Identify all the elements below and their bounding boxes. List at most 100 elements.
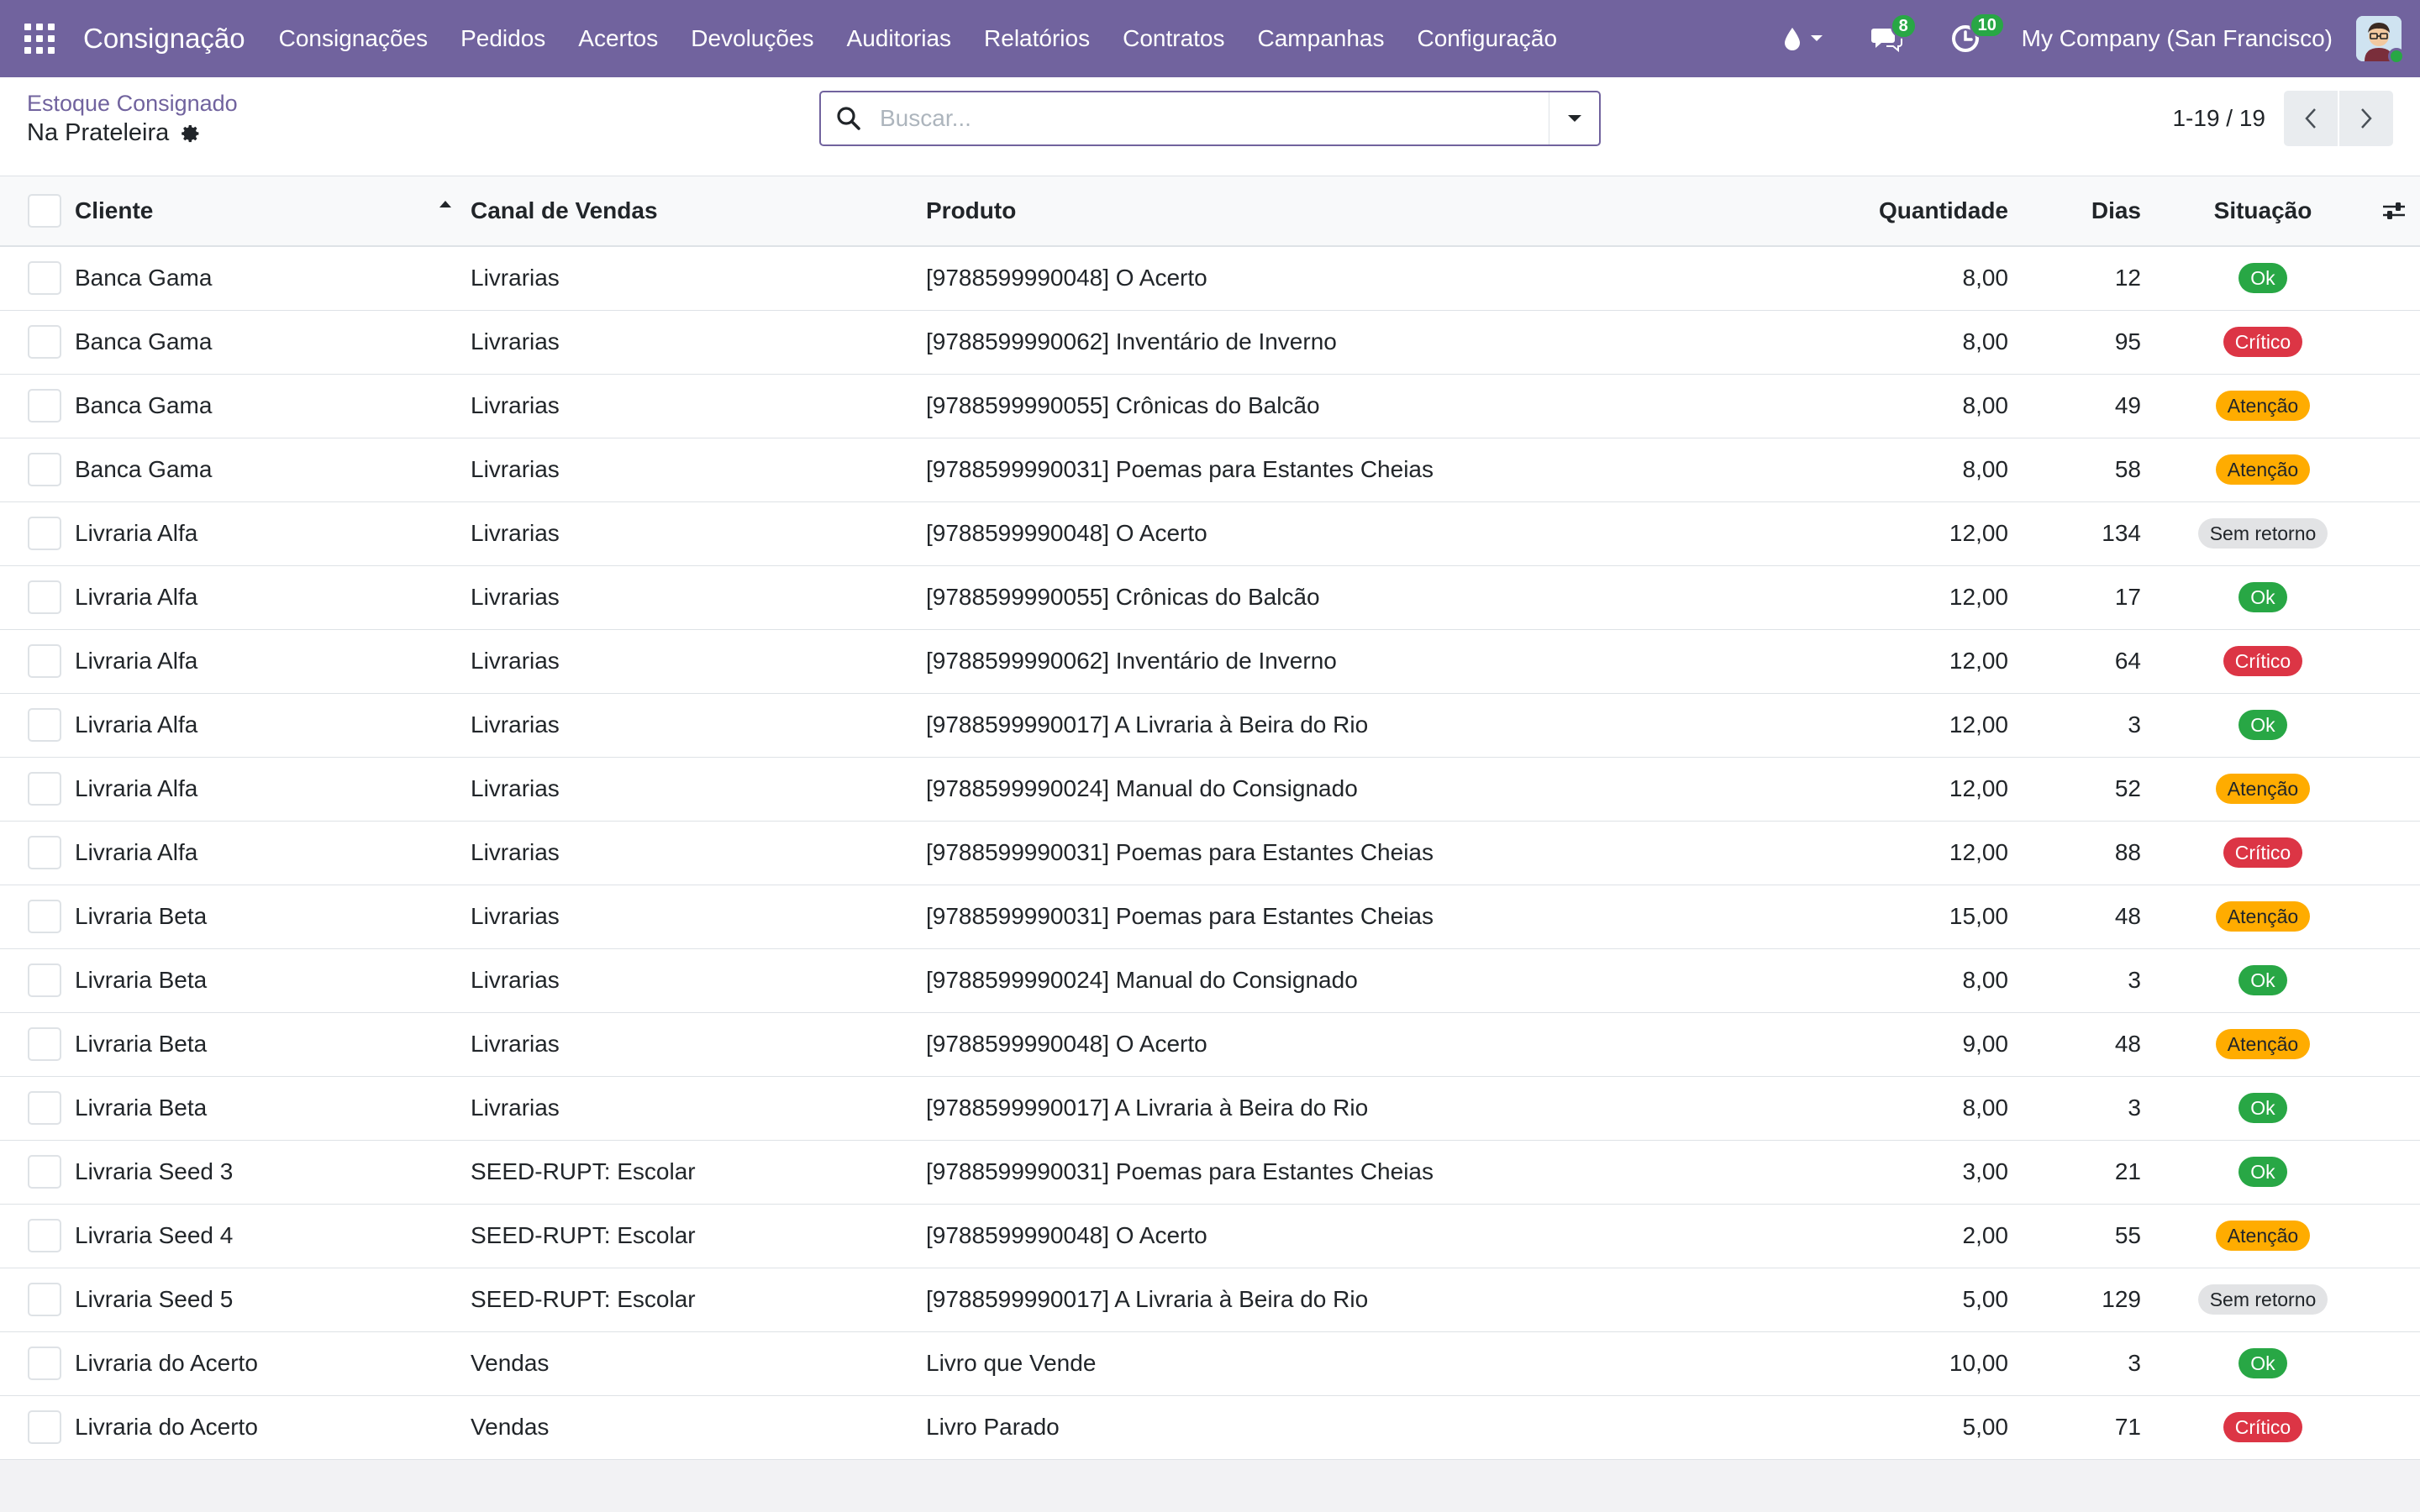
table-row[interactable]: Livraria do Acerto Vendas Livro Parado 5… — [0, 1395, 2420, 1459]
row-checkbox[interactable] — [28, 900, 61, 933]
messages-button[interactable]: 8 — [1870, 13, 1917, 52]
row-checkbox[interactable] — [28, 963, 61, 997]
cell-produto: Livro Parado — [926, 1414, 1060, 1440]
row-select-cell — [0, 948, 75, 1012]
row-checkbox[interactable] — [28, 708, 61, 742]
row-checkbox[interactable] — [28, 1410, 61, 1444]
menu-item-devolucoes[interactable]: Devoluções — [691, 25, 813, 52]
list-view: Cliente Canal de Vendas Produto Quantida… — [0, 176, 2420, 1460]
menu-item-configuracao[interactable]: Configuração — [1418, 25, 1558, 52]
row-checkbox[interactable] — [28, 1283, 61, 1316]
cell-dias: 17 — [2114, 584, 2141, 610]
table-row[interactable]: Livraria Seed 3 SEED-RUPT: Escolar [9788… — [0, 1140, 2420, 1204]
row-checkbox[interactable] — [28, 1155, 61, 1189]
row-checkbox[interactable] — [28, 389, 61, 423]
menu-item-campanhas[interactable]: Campanhas — [1258, 25, 1385, 52]
breadcrumb[interactable]: Estoque Consignado — [27, 91, 238, 117]
table-row[interactable]: Livraria do Acerto Vendas Livro que Vend… — [0, 1331, 2420, 1395]
cell-produto: [9788599990062] Inventário de Inverno — [926, 648, 1337, 674]
table-row[interactable]: Livraria Alfa Livrarias [9788599990055] … — [0, 565, 2420, 629]
table-row[interactable]: Livraria Alfa Livrarias [9788599990017] … — [0, 693, 2420, 757]
cell-dias: 21 — [2114, 1158, 2141, 1184]
table-row[interactable]: Livraria Alfa Livrarias [9788599990031] … — [0, 821, 2420, 885]
row-select-cell — [0, 310, 75, 374]
row-checkbox[interactable] — [28, 836, 61, 869]
cell-empty — [2368, 1331, 2420, 1395]
status-badge: Atenção — [2215, 901, 2311, 932]
cell-quantidade: 15,00 — [1949, 903, 2008, 929]
app-brand[interactable]: Consignação — [83, 23, 245, 55]
table-row[interactable]: Banca Gama Livrarias [9788599990055] Crô… — [0, 374, 2420, 438]
search-input[interactable] — [880, 93, 1549, 144]
row-checkbox[interactable] — [28, 517, 61, 550]
row-checkbox[interactable] — [28, 1091, 61, 1125]
row-checkbox[interactable] — [28, 772, 61, 806]
menu-item-auditorias[interactable]: Auditorias — [847, 25, 952, 52]
table-row[interactable]: Banca Gama Livrarias [9788599990048] O A… — [0, 246, 2420, 310]
cell-empty — [2368, 1395, 2420, 1459]
cell-empty — [2368, 565, 2420, 629]
cell-dias: 49 — [2114, 392, 2141, 418]
cell-empty — [2368, 1012, 2420, 1076]
avatar[interactable] — [2356, 16, 2405, 65]
cell-quantidade: 8,00 — [1962, 328, 2009, 354]
pager-value[interactable]: 1-19 / 19 — [2172, 105, 2265, 132]
status-badge: Crítico — [2223, 837, 2303, 868]
cell-cliente: Livraria Seed 3 — [75, 1158, 234, 1184]
table-row[interactable]: Livraria Seed 5 SEED-RUPT: Escolar [9788… — [0, 1268, 2420, 1331]
cell-empty — [2368, 885, 2420, 948]
table-row[interactable]: Livraria Beta Livrarias [9788599990017] … — [0, 1076, 2420, 1140]
company-switcher[interactable]: My Company (San Francisco) — [2022, 25, 2333, 52]
apps-grid-icon[interactable] — [24, 24, 55, 54]
cell-dias: 129 — [2102, 1286, 2141, 1312]
optional-columns-icon[interactable] — [2368, 200, 2420, 222]
row-checkbox[interactable] — [28, 325, 61, 359]
row-checkbox[interactable] — [28, 580, 61, 614]
menu-item-pedidos[interactable]: Pedidos — [460, 25, 545, 52]
search-options-toggle[interactable] — [1549, 92, 1599, 144]
cell-dias: 88 — [2114, 839, 2141, 865]
row-checkbox[interactable] — [28, 1347, 61, 1380]
row-checkbox[interactable] — [28, 1027, 61, 1061]
table-row[interactable]: Livraria Beta Livrarias [9788599990024] … — [0, 948, 2420, 1012]
table-row[interactable]: Livraria Beta Livrarias [9788599990031] … — [0, 885, 2420, 948]
cell-situacao: Atenção — [2158, 885, 2368, 948]
cell-situacao: Sem retorno — [2158, 1268, 2368, 1331]
row-checkbox[interactable] — [28, 453, 61, 486]
column-header-quantidade[interactable]: Quantidade — [1800, 176, 2025, 246]
column-header-cliente[interactable]: Cliente — [75, 176, 471, 246]
status-badge: Ok — [2238, 582, 2287, 612]
column-header-canal[interactable]: Canal de Vendas — [471, 176, 926, 246]
table-row[interactable]: Livraria Alfa Livrarias [9788599990024] … — [0, 757, 2420, 821]
menu-item-consignacoes[interactable]: Consignações — [279, 25, 428, 52]
table-row[interactable]: Banca Gama Livrarias [9788599990062] Inv… — [0, 310, 2420, 374]
status-badge: Crítico — [2223, 1412, 2303, 1442]
table-row[interactable]: Livraria Beta Livrarias [9788599990048] … — [0, 1012, 2420, 1076]
select-all-checkbox[interactable] — [28, 194, 61, 228]
row-checkbox[interactable] — [28, 1219, 61, 1252]
table-row[interactable]: Livraria Alfa Livrarias [9788599990048] … — [0, 501, 2420, 565]
search-icon — [836, 106, 861, 131]
table-row[interactable]: Banca Gama Livrarias [9788599990031] Poe… — [0, 438, 2420, 501]
cell-cliente: Livraria Alfa — [75, 711, 198, 738]
table-row[interactable]: Livraria Alfa Livrarias [9788599990062] … — [0, 629, 2420, 693]
cell-quantidade: 8,00 — [1962, 392, 2009, 418]
menu-item-contratos[interactable]: Contratos — [1123, 25, 1224, 52]
menu-item-acertos[interactable]: Acertos — [578, 25, 658, 52]
activities-button[interactable]: 10 — [1951, 13, 2005, 53]
cell-canal: Livrarias — [471, 648, 560, 674]
gear-icon[interactable] — [181, 123, 201, 144]
pager-next-button[interactable] — [2339, 91, 2393, 146]
table-row[interactable]: Livraria Seed 4 SEED-RUPT: Escolar [9788… — [0, 1204, 2420, 1268]
row-select-cell — [0, 885, 75, 948]
row-checkbox[interactable] — [28, 261, 61, 296]
column-header-dias[interactable]: Dias — [2025, 176, 2158, 246]
pager-previous-button[interactable] — [2284, 91, 2338, 146]
debug-dropdown[interactable] — [1783, 26, 1823, 51]
column-header-produto[interactable]: Produto — [926, 176, 1800, 246]
row-checkbox[interactable] — [28, 644, 61, 678]
cell-dias: 64 — [2114, 648, 2141, 674]
status-badge: Atenção — [2215, 1029, 2311, 1059]
column-header-situacao[interactable]: Situação — [2158, 176, 2368, 246]
menu-item-relatorios[interactable]: Relatórios — [984, 25, 1090, 52]
